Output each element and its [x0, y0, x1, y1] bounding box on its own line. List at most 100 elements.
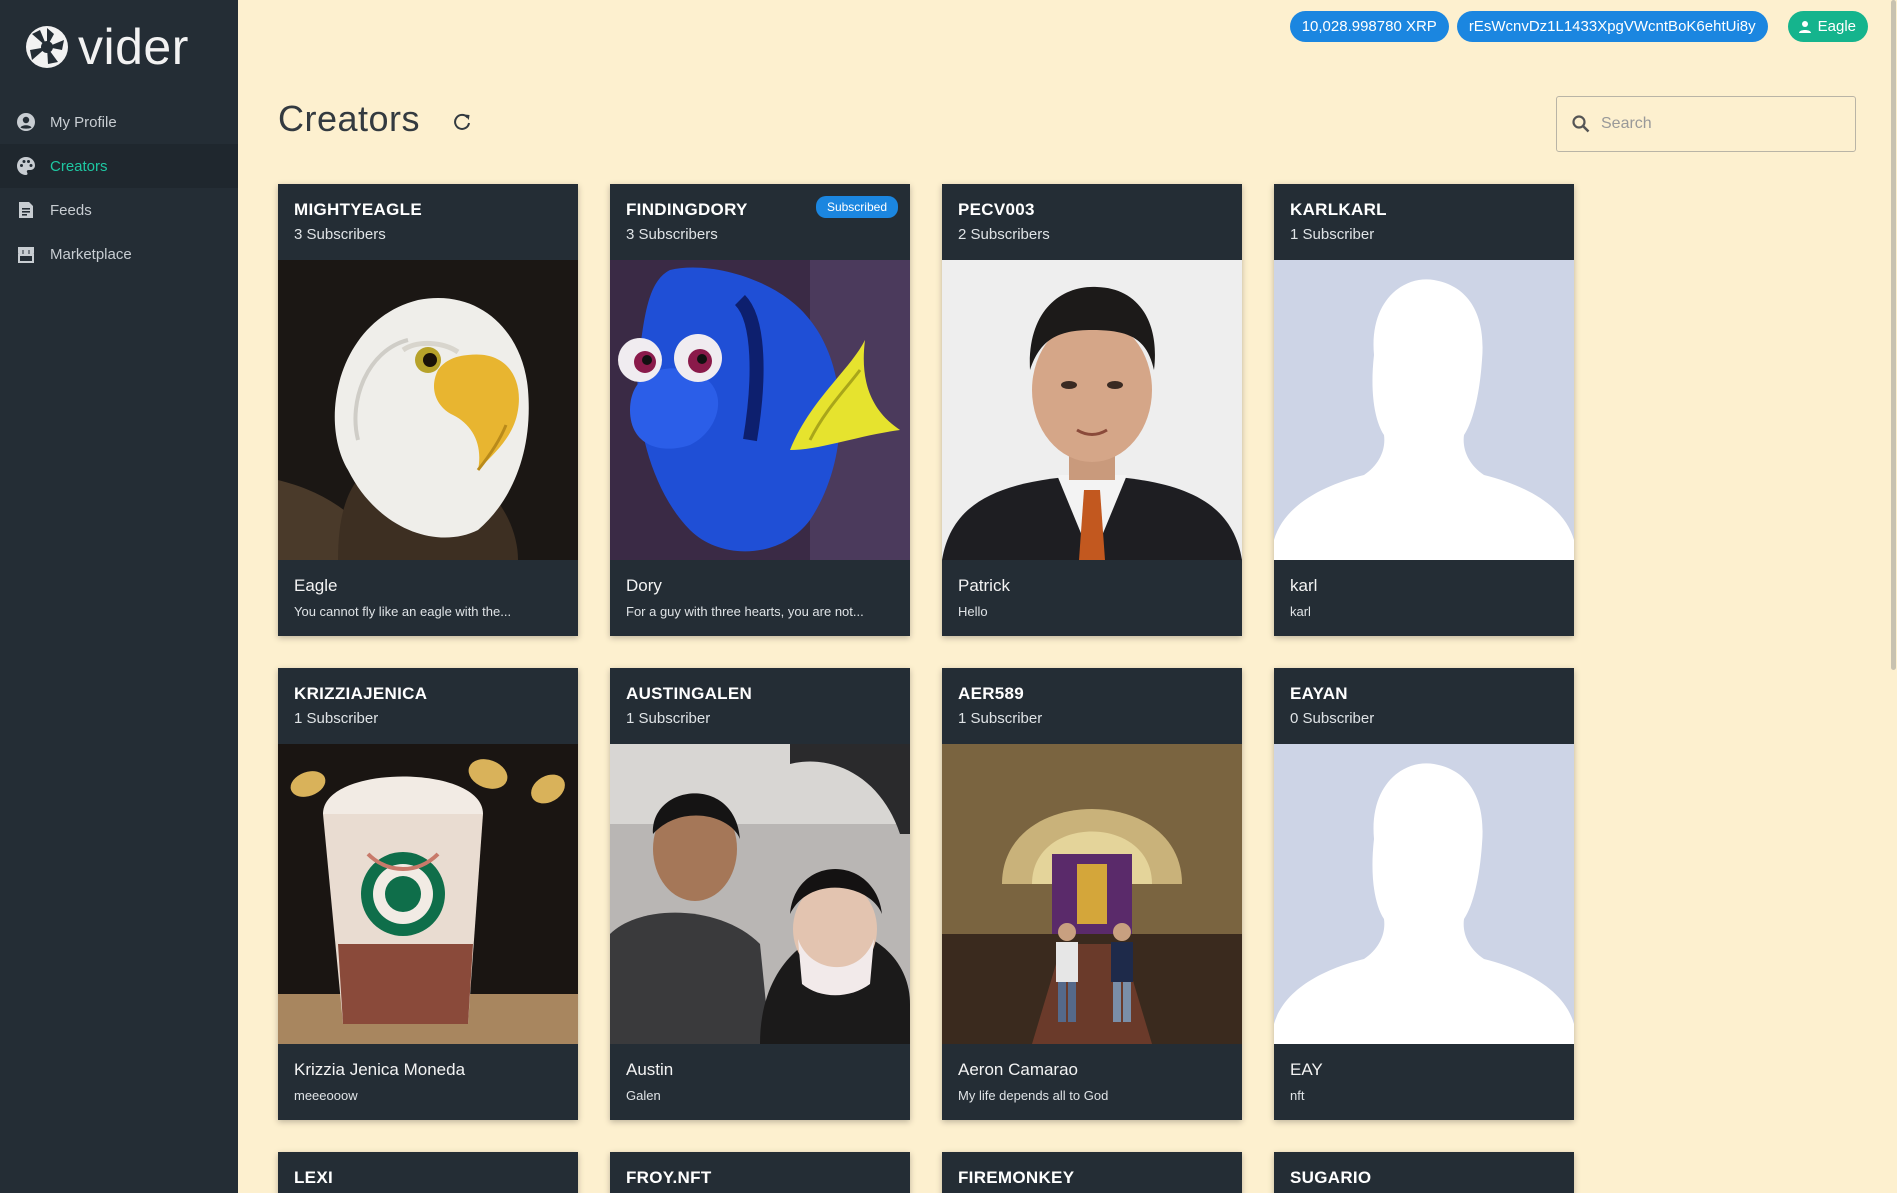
creator-bio: Galen — [626, 1088, 661, 1103]
creator-card[interactable]: EAYAN 0 Subscriber EAY nft — [1274, 668, 1574, 1120]
dory-fish-photo — [610, 260, 910, 560]
card-footer: Eagle You cannot fly like an eagle with … — [278, 560, 578, 619]
card-header: PECV003 2 Subscribers — [942, 184, 1242, 260]
creator-username: KRIZZIAJENICA — [294, 684, 428, 703]
card-header: SUGARIO — [1274, 1152, 1574, 1193]
creator-card[interactable]: KARLKARL 1 Subscriber karl karl — [1274, 184, 1574, 636]
creator-card[interactable]: LEXI — [278, 1152, 578, 1193]
creator-bio: karl — [1290, 604, 1311, 619]
app-name: vider — [78, 19, 189, 75]
creator-name: Eagle — [294, 576, 338, 595]
search-box — [1556, 96, 1856, 152]
search-input[interactable] — [1601, 115, 1841, 133]
card-footer: Austin Galen — [610, 1044, 910, 1103]
creator-username: MIGHTYEAGLE — [294, 200, 422, 219]
creator-username: FROY.NFT — [626, 1168, 712, 1187]
card-header: FINDINGDORY 3 Subscribers Subscribed — [610, 184, 910, 260]
scrollbar[interactable] — [1889, 0, 1897, 1193]
scrollbar-thumb[interactable] — [1891, 0, 1896, 670]
creator-card[interactable]: FINDINGDORY 3 Subscribers Subscribed Dor… — [610, 184, 910, 636]
card-header: LEXI — [278, 1152, 578, 1193]
app-logo[interactable]: vider — [24, 22, 189, 72]
wallet-balance-button[interactable]: 10,028.998780 XRP — [1289, 11, 1449, 42]
creator-bio: nft — [1290, 1088, 1305, 1103]
card-footer: EAY nft — [1274, 1044, 1574, 1103]
store-icon — [16, 244, 36, 264]
man-portrait-photo — [942, 260, 1242, 560]
subscriber-count: 3 Subscribers — [626, 226, 718, 243]
card-header: KRIZZIAJENICA 1 Subscriber — [278, 668, 578, 744]
creator-name: Krizzia Jenica Moneda — [294, 1060, 466, 1079]
subscriber-count: 1 Subscriber — [626, 710, 711, 727]
creator-name: Dory — [626, 576, 662, 595]
default-avatar — [1274, 260, 1574, 560]
account-circle-icon — [16, 112, 36, 132]
creator-name: Patrick — [958, 576, 1010, 595]
default-avatar — [1274, 744, 1574, 1044]
card-header: FIREMONKEY — [942, 1152, 1242, 1193]
creator-card[interactable]: AER589 1 Subscriber Aeron Camarao My lif… — [942, 668, 1242, 1120]
creator-name: Austin — [626, 1060, 674, 1079]
creator-bio: You cannot fly like an eagle with the... — [294, 604, 512, 619]
creator-username: AER589 — [958, 684, 1025, 703]
sidebar-item-feeds[interactable]: Feeds — [0, 188, 238, 232]
creator-username: FIREMONKEY — [958, 1168, 1075, 1187]
couple-car-photo — [610, 744, 910, 1044]
sidebar-item-my-profile[interactable]: My Profile — [0, 100, 238, 144]
creator-bio: For a guy with three hearts, you are not… — [626, 604, 864, 619]
creator-card[interactable]: FROY.NFT — [610, 1152, 910, 1193]
card-footer: karl karl — [1274, 560, 1574, 619]
creator-name: karl — [1290, 576, 1318, 595]
sidebar-item-label: Feeds — [50, 201, 92, 219]
creator-name: EAY — [1290, 1060, 1323, 1079]
card-header: KARLKARL 1 Subscriber — [1274, 184, 1574, 260]
top-bar: 10,028.998780 XRP rEsWcnvDz1L1433XpgVWcn… — [1289, 11, 1868, 42]
card-header: AER589 1 Subscriber — [942, 668, 1242, 744]
card-footer: Krizzia Jenica Moneda meeeooow — [278, 1044, 578, 1103]
card-footer: Dory For a guy with three hearts, you ar… — [610, 560, 910, 619]
creator-card[interactable]: MIGHTYEAGLE 3 Subscribers Eagle You cann… — [278, 184, 578, 636]
creator-bio: My life depends all to God — [958, 1088, 1109, 1103]
creator-username: KARLKARL — [1290, 200, 1387, 219]
document-icon — [16, 200, 36, 220]
creator-name: Aeron Camarao — [958, 1060, 1079, 1079]
card-header: FROY.NFT — [610, 1152, 910, 1193]
subscriber-count: 1 Subscriber — [1290, 226, 1375, 243]
eagle-photo — [278, 260, 578, 560]
creators-grid: MIGHTYEAGLE 3 Subscribers Eagle You cann… — [278, 184, 1578, 1193]
card-header: MIGHTYEAGLE 3 Subscribers — [278, 184, 578, 260]
card-footer: Aeron Camarao My life depends all to God — [942, 1044, 1242, 1103]
user-menu-button[interactable]: Eagle — [1787, 11, 1868, 42]
church-photo — [942, 744, 1242, 1044]
creator-username: LEXI — [294, 1168, 333, 1187]
creator-card[interactable]: AUSTINGALEN 1 Subscriber Austin Galen — [610, 668, 910, 1120]
creator-username: PECV003 — [958, 200, 1035, 219]
sidebar: vider My Profile Creators Feeds Marketpl… — [0, 0, 238, 1193]
creator-username: SUGARIO — [1290, 1168, 1372, 1187]
sidebar-item-label: Creators — [50, 157, 108, 175]
card-header: AUSTINGALEN 1 Subscriber — [610, 668, 910, 744]
sidebar-item-marketplace[interactable]: Marketplace — [0, 232, 238, 276]
wallet-address-button[interactable]: rEsWcnvDz1L1433XpgVWcntBoK6ehtUi8y — [1456, 11, 1768, 42]
creator-card[interactable]: FIREMONKEY — [942, 1152, 1242, 1193]
subscriber-count: 2 Subscribers — [958, 226, 1050, 243]
subscriber-count: 1 Subscriber — [958, 710, 1043, 727]
sidebar-item-label: My Profile — [50, 113, 117, 131]
search-icon — [1572, 115, 1590, 133]
subscribed-badge: Subscribed — [815, 196, 898, 218]
card-header: EAYAN 0 Subscriber — [1274, 668, 1574, 744]
sidebar-item-creators[interactable]: Creators — [0, 144, 238, 188]
creator-card[interactable]: PECV003 2 Subscribers Patrick Hello — [942, 184, 1242, 636]
user-menu-label: Eagle — [1817, 18, 1856, 35]
coffee-cup-photo — [278, 744, 578, 1044]
creator-card[interactable]: SUGARIO — [1274, 1152, 1574, 1193]
refresh-icon[interactable] — [452, 112, 472, 132]
creator-card[interactable]: KRIZZIAJENICA 1 Subscriber Krizzia Jenic… — [278, 668, 578, 1120]
subscriber-count: 3 Subscribers — [294, 226, 386, 243]
creator-username: AUSTINGALEN — [626, 684, 753, 703]
creator-username: EAYAN — [1290, 684, 1348, 703]
sidebar-nav: My Profile Creators Feeds Marketplace — [0, 100, 238, 276]
sidebar-item-label: Marketplace — [50, 245, 132, 263]
aperture-logo-icon — [26, 26, 68, 68]
creator-bio: Hello — [958, 604, 988, 619]
